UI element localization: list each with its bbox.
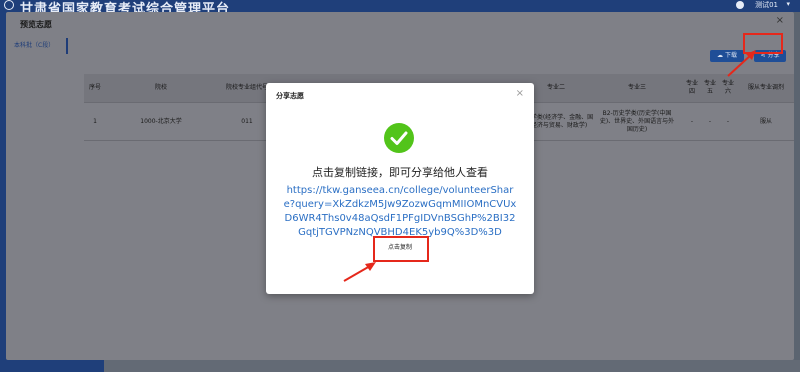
th-major-4: 专业四 bbox=[686, 80, 699, 95]
app-header: 甘肃省国家教育考试综合管理平台 测试01 ▾ bbox=[0, 0, 800, 17]
logo-icon bbox=[4, 0, 14, 10]
th-major-3: 专业三 bbox=[627, 84, 646, 91]
success-check-icon bbox=[384, 123, 414, 153]
dialog-title: 预览志愿 bbox=[20, 20, 52, 29]
cell-major-6: - bbox=[726, 118, 730, 125]
cell-adjust: 服从 bbox=[759, 118, 772, 125]
tab-indicator bbox=[66, 38, 68, 54]
cell-major-4: - bbox=[690, 118, 694, 125]
cell-major-3: B2-历史学类(历史学(中国史)、世界史、外国语言与外国历史) bbox=[599, 110, 675, 133]
modal-title: 分享志愿 bbox=[276, 92, 304, 100]
arrow-annotation-share bbox=[727, 50, 756, 77]
chevron-down-icon[interactable]: ▾ bbox=[786, 0, 790, 8]
user-name[interactable]: 测试01 bbox=[755, 0, 778, 10]
arrow-annotation-copy bbox=[343, 262, 376, 282]
cell-major-5: - bbox=[708, 118, 712, 125]
copy-highlight-box bbox=[373, 236, 429, 262]
page-background bbox=[104, 360, 800, 372]
share-link[interactable]: https://tkw.ganseea.cn/college/volunteer… bbox=[282, 184, 518, 240]
share-modal: 分享志愿 × 点击复制链接，即可分享给他人查看 https://tkw.gans… bbox=[266, 83, 534, 294]
cell-index: 1 bbox=[93, 118, 97, 125]
close-icon[interactable]: × bbox=[516, 88, 524, 99]
share-message: 点击复制链接，即可分享给他人查看 bbox=[312, 166, 488, 179]
close-icon[interactable]: × bbox=[776, 15, 784, 26]
th-school: 院校 bbox=[154, 84, 167, 91]
tab-undergraduate-c[interactable]: 本科批（C段） bbox=[14, 40, 54, 49]
cell-school: 1000-北京大学 bbox=[140, 118, 182, 125]
user-avatar-icon[interactable] bbox=[736, 1, 744, 9]
th-index: 序号 bbox=[88, 84, 101, 91]
th-major-5: 专业五 bbox=[704, 80, 717, 95]
